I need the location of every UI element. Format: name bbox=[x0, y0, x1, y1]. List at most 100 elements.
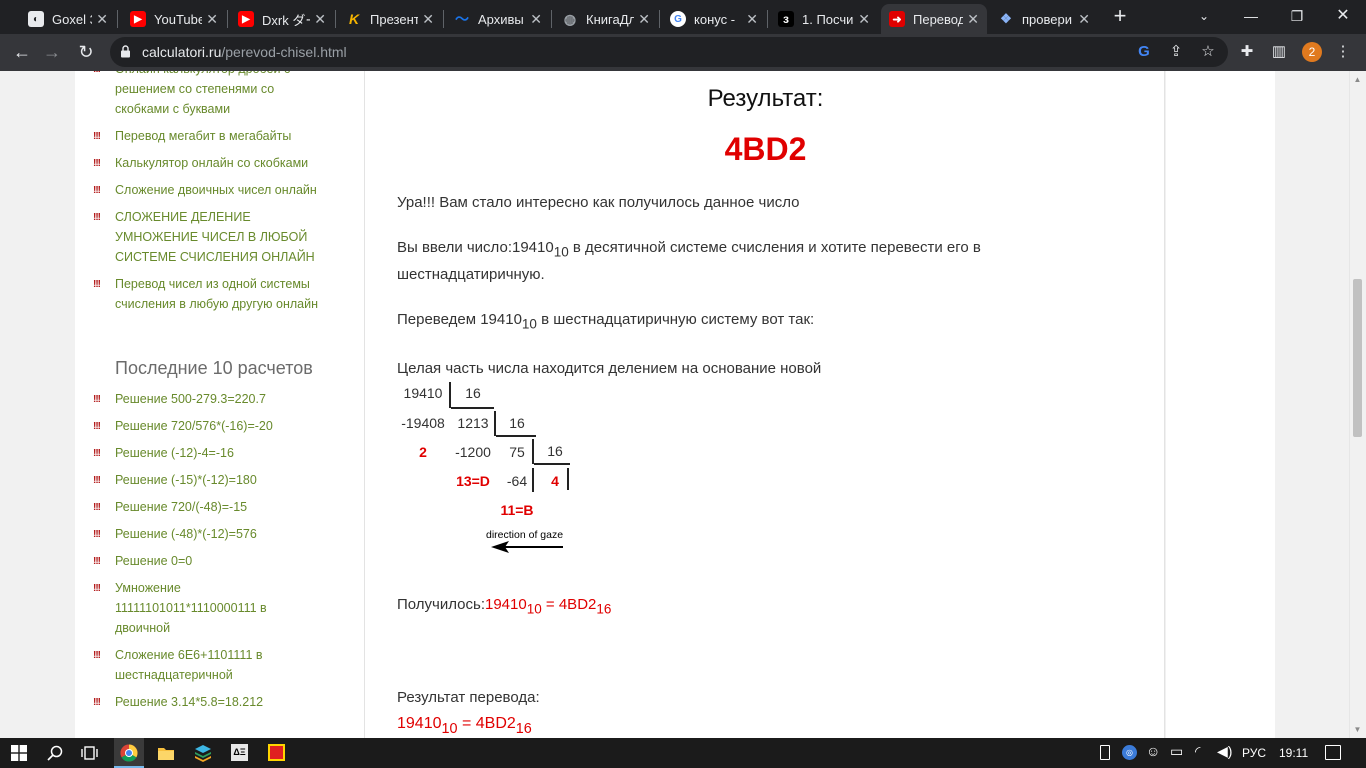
close-icon[interactable]: ✕ bbox=[1078, 11, 1090, 28]
result-title: Результат: bbox=[707, 85, 824, 112]
division-line bbox=[449, 382, 451, 408]
forward-button[interactable]: → bbox=[38, 39, 66, 67]
final-number: 19410 bbox=[397, 715, 442, 732]
scroll-down-icon[interactable]: ▼ bbox=[1353, 725, 1362, 734]
sidebar-link[interactable]: !!! Перевод мегабит в мегабайты bbox=[93, 126, 325, 146]
lock-icon[interactable] bbox=[120, 45, 131, 58]
recent-item[interactable]: !!! Решение (-48)*(-12)=576 bbox=[93, 524, 325, 544]
close-icon[interactable]: ✕ bbox=[530, 11, 542, 28]
wifi-icon[interactable]: ◜ bbox=[1195, 743, 1200, 760]
profile-avatar[interactable]: 2 bbox=[1302, 42, 1322, 62]
recent-item[interactable]: !!! Решение 720/(-48)=-15 bbox=[93, 497, 325, 517]
recent-item[interactable]: !!! Умножение 11111101011*1110000111 в дв… bbox=[93, 578, 325, 638]
sidebar-links: !!! Онлайн калькулятор дробей с решением … bbox=[93, 71, 325, 321]
close-icon[interactable]: ✕ bbox=[638, 11, 650, 28]
recent-item-label: Решение (-12)-4=-16 bbox=[115, 446, 234, 460]
bullet-icon: !!! bbox=[93, 502, 101, 513]
menu-icon[interactable]: ⋮ bbox=[1332, 41, 1354, 63]
tablet-icon[interactable] bbox=[1100, 745, 1110, 760]
tab-8[interactable]: ➜ Перевод ✕ bbox=[881, 4, 987, 34]
task-view-icon[interactable] bbox=[81, 745, 98, 761]
scroll-up-icon[interactable]: ▲ bbox=[1353, 75, 1362, 84]
image-app-icon[interactable] bbox=[268, 744, 285, 761]
sidebar-link[interactable]: !!! Сложение двоичных чисел онлайн bbox=[93, 180, 325, 200]
side-panel-icon[interactable]: ▥ bbox=[1268, 41, 1290, 63]
sidebar-link[interactable]: !!! Перевод чисел из одной системы счисле… bbox=[93, 274, 325, 314]
tab-label: Dxrk ダー bbox=[262, 12, 310, 28]
goxel-icon: ◐ bbox=[28, 11, 44, 27]
got-result: = 4BD2 bbox=[541, 596, 597, 613]
discord-tray-icon[interactable]: ☺ bbox=[1146, 743, 1160, 759]
volume-icon[interactable]: ◀) bbox=[1217, 743, 1232, 760]
url-text[interactable]: calculatori.ru/perevod-chisel.html bbox=[142, 44, 347, 60]
tab-2[interactable]: ▶ Dxrk ダー ✕ bbox=[230, 4, 334, 34]
share-icon[interactable]: ⇪ bbox=[1166, 42, 1186, 62]
calculator-app-icon[interactable]: ΔΞ bbox=[231, 744, 248, 761]
recent-item-label: Решение 720/576*(-16)=-20 bbox=[115, 419, 273, 433]
bullet-icon: !!! bbox=[93, 421, 101, 432]
clock[interactable]: 19:11 bbox=[1279, 746, 1308, 760]
close-icon[interactable]: ✕ bbox=[967, 11, 979, 28]
recent-item[interactable]: !!! Решение (-12)-4=-16 bbox=[93, 443, 325, 463]
app-tray-icon[interactable]: ◎ bbox=[1122, 745, 1137, 760]
bookmark-star-icon[interactable]: ☆ bbox=[1198, 42, 1218, 62]
tab-label: провери bbox=[1022, 11, 1072, 27]
extensions-icon[interactable]: ✚ bbox=[1236, 41, 1258, 63]
sidebar-link[interactable]: !!! Калькулятор онлайн со скобками bbox=[93, 153, 325, 173]
division-line bbox=[532, 439, 534, 464]
entered-line2: шестнадцатиричную. bbox=[397, 266, 545, 283]
close-icon[interactable]: ✕ bbox=[422, 11, 434, 28]
bullet-icon: !!! bbox=[93, 697, 101, 708]
minimize-button[interactable]: — bbox=[1228, 0, 1274, 34]
tab-search-icon[interactable]: ⌄ bbox=[1181, 0, 1227, 34]
close-icon[interactable]: ✕ bbox=[314, 11, 326, 28]
address-bar[interactable]: calculatori.ru/perevod-chisel.html G ⇪ ☆ bbox=[110, 37, 1228, 67]
search-icon[interactable] bbox=[47, 745, 63, 761]
close-icon[interactable]: ✕ bbox=[96, 11, 108, 28]
remainder: 11=B bbox=[500, 502, 534, 518]
windows-start-icon[interactable] bbox=[11, 745, 27, 761]
division-line bbox=[494, 411, 496, 436]
recent-item[interactable]: !!! Решение 500-279.3=220.7 bbox=[93, 389, 325, 409]
google-translate-icon[interactable]: G bbox=[1134, 42, 1154, 62]
close-icon[interactable]: ✕ bbox=[858, 11, 870, 28]
notifications-icon[interactable] bbox=[1325, 745, 1341, 760]
got-base-from: 10 bbox=[526, 601, 542, 617]
tab-9[interactable]: ❖ провери ✕ bbox=[990, 4, 1098, 34]
close-icon[interactable]: ✕ bbox=[746, 11, 758, 28]
back-button[interactable]: ← bbox=[8, 39, 36, 67]
division-line bbox=[451, 407, 494, 409]
tab-7[interactable]: з 1. Посчи ✕ bbox=[770, 4, 878, 34]
new-tab-button[interactable]: + bbox=[1108, 4, 1132, 30]
entered-suffix: в десятичной системе счисления и хотите … bbox=[568, 239, 981, 256]
battery-icon[interactable]: ▭ bbox=[1170, 743, 1183, 760]
reload-button[interactable]: ↻ bbox=[72, 39, 100, 67]
sidebar-link[interactable]: !!! СЛОЖЕНИЕ ДЕЛЕНИЕ УМНОЖЕНИЕ ЧИСЕЛ В ЛЮ… bbox=[93, 207, 325, 267]
recent-item[interactable]: !!! Решение 720/576*(-16)=-20 bbox=[93, 416, 325, 436]
file-explorer-icon[interactable] bbox=[157, 745, 175, 761]
restore-button[interactable]: ❐ bbox=[1274, 0, 1320, 34]
tab-1[interactable]: ▶ YouTube ✕ bbox=[122, 4, 226, 34]
recent-item-label: Умножение 11111101011*1110000111 в двоич… bbox=[115, 581, 267, 635]
recent-item[interactable]: !!! Решение 0=0 bbox=[93, 551, 325, 571]
hooray-text: Ура!!! Вам стало интересно как получилос… bbox=[397, 194, 800, 211]
sidebar-link[interactable]: !!! Онлайн калькулятор дробей с решением … bbox=[93, 71, 325, 119]
close-window-button[interactable]: ✕ bbox=[1320, 0, 1366, 34]
tab-4[interactable]: 〜 Архивы ✕ bbox=[446, 4, 550, 34]
bullet-icon: !!! bbox=[93, 448, 101, 459]
recent-item[interactable]: !!! Решение 3.14*5.8=18.212 bbox=[93, 692, 325, 712]
scrollbar-thumb[interactable] bbox=[1353, 279, 1362, 437]
tab-3[interactable]: K Презент ✕ bbox=[338, 4, 442, 34]
tab-0[interactable]: ◐ Goxel 3D ✕ bbox=[20, 4, 116, 34]
tab-5[interactable]: ◍ КнигаДл ✕ bbox=[554, 4, 658, 34]
chrome-taskbar-button[interactable] bbox=[114, 738, 144, 768]
recent-item[interactable]: !!! Решение (-15)*(-12)=180 bbox=[93, 470, 325, 490]
close-icon[interactable]: ✕ bbox=[206, 11, 218, 28]
browser-toolbar: ← → ↻ calculatori.ru/perevod-chisel.html… bbox=[0, 34, 1366, 71]
scrollbar[interactable]: ▲ ▼ bbox=[1349, 71, 1366, 738]
layers-app-icon[interactable] bbox=[194, 744, 212, 762]
url-path: /perevod-chisel.html bbox=[221, 44, 347, 60]
tab-6[interactable]: G конус - ✕ bbox=[662, 4, 766, 34]
language-indicator[interactable]: РУС bbox=[1242, 746, 1266, 760]
recent-item[interactable]: !!! Сложение 6E6+1101111 в шестнадцатерич… bbox=[93, 645, 325, 685]
